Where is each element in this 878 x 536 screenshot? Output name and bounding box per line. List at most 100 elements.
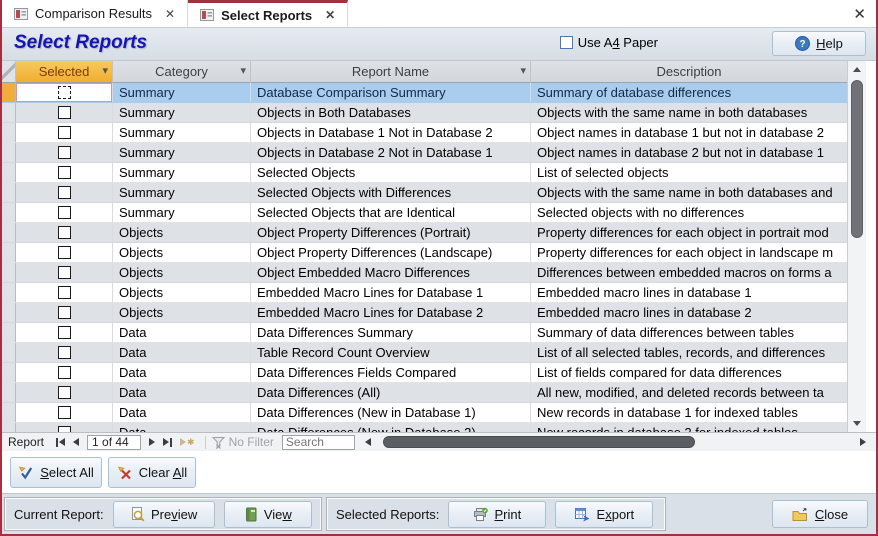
category-cell[interactable]: Data (113, 343, 251, 362)
category-cell[interactable]: Data (113, 323, 251, 342)
row-checkbox[interactable] (58, 406, 71, 419)
description-cell[interactable]: Summary of database differences (531, 83, 847, 102)
description-cell[interactable]: Property differences for each object in … (531, 243, 847, 262)
row-checkbox[interactable] (58, 226, 71, 239)
report-name-cell[interactable]: Data Differences Fields Compared (251, 363, 531, 382)
row-selector[interactable] (2, 203, 16, 222)
selected-cell[interactable] (16, 143, 113, 162)
row-checkbox[interactable] (58, 126, 71, 139)
row-selector[interactable] (2, 103, 16, 122)
tab-comparison-results[interactable]: Comparison Results ✕ (2, 0, 188, 27)
row-selector[interactable] (2, 83, 16, 102)
table-row[interactable]: Summary Selected Objects with Difference… (2, 183, 847, 203)
description-cell[interactable]: List of all selected tables, records, an… (531, 343, 847, 362)
report-name-cell[interactable]: Object Embedded Macro Differences (251, 263, 531, 282)
previous-record-button[interactable] (73, 438, 79, 446)
record-position[interactable]: 1 of 44 (87, 435, 141, 450)
vertical-scrollbar[interactable] (847, 61, 866, 432)
selected-cell[interactable] (16, 403, 113, 422)
no-filter-button[interactable]: No Filter (212, 435, 274, 449)
select-all-corner[interactable] (2, 61, 16, 83)
row-selector[interactable] (2, 163, 16, 182)
view-button[interactable]: View (224, 501, 312, 528)
category-cell[interactable]: Objects (113, 303, 251, 322)
description-cell[interactable]: Summary of data differences between tabl… (531, 323, 847, 342)
category-cell[interactable]: Summary (113, 203, 251, 222)
description-cell[interactable]: Embedded macro lines in database 1 (531, 283, 847, 302)
table-row[interactable]: Objects Embedded Macro Lines for Databas… (2, 283, 847, 303)
table-row[interactable]: Summary Objects in Database 1 Not in Dat… (2, 123, 847, 143)
table-row[interactable]: Summary Objects in Both Databases Object… (2, 103, 847, 123)
report-name-cell[interactable]: Objects in Database 2 Not in Database 1 (251, 143, 531, 162)
description-cell[interactable]: New records in database 1 for indexed ta… (531, 403, 847, 422)
new-record-button[interactable]: ✱ (180, 438, 195, 447)
table-row[interactable]: Data Data Differences Fields Compared Li… (2, 363, 847, 383)
row-selector[interactable] (2, 343, 16, 362)
table-row[interactable]: Data Data Differences Summary Summary of… (2, 323, 847, 343)
selected-cell[interactable] (16, 223, 113, 242)
row-selector[interactable] (2, 283, 16, 302)
table-row[interactable]: Objects Object Property Differences (Por… (2, 223, 847, 243)
selected-cell[interactable] (16, 243, 113, 262)
category-cell[interactable]: Data (113, 363, 251, 382)
row-selector[interactable] (2, 243, 16, 262)
column-header-description[interactable]: Description (531, 61, 847, 83)
selected-cell[interactable] (16, 343, 113, 362)
selected-cell[interactable] (16, 183, 113, 202)
row-selector[interactable] (2, 223, 16, 242)
description-cell[interactable]: Objects with the same name in both datab… (531, 103, 847, 122)
category-cell[interactable]: Objects (113, 223, 251, 242)
category-cell[interactable]: Summary (113, 183, 251, 202)
description-cell[interactable]: New records in database 2 for indexed ta… (531, 423, 847, 432)
report-name-cell[interactable]: Data Differences (All) (251, 383, 531, 402)
horizontal-scrollbar-thumb[interactable] (383, 436, 695, 448)
table-row[interactable]: Objects Embedded Macro Lines for Databas… (2, 303, 847, 323)
category-cell[interactable]: Objects (113, 283, 251, 302)
row-selector[interactable] (2, 403, 16, 422)
selected-cell[interactable] (16, 123, 113, 142)
row-selector[interactable] (2, 423, 16, 432)
table-row[interactable]: Summary Selected Objects that are Identi… (2, 203, 847, 223)
description-cell[interactable]: List of fields compared for data differe… (531, 363, 847, 382)
row-selector[interactable] (2, 263, 16, 282)
report-name-cell[interactable]: Database Comparison Summary (251, 83, 531, 102)
row-selector[interactable] (2, 143, 16, 162)
search-input[interactable] (282, 435, 355, 450)
row-checkbox[interactable] (58, 386, 71, 399)
category-cell[interactable]: Data (113, 383, 251, 402)
use-a4-paper-checkbox[interactable] (560, 36, 573, 49)
column-header-category[interactable]: Category▾ (113, 61, 251, 83)
description-cell[interactable]: Embedded macro lines in database 2 (531, 303, 847, 322)
category-cell[interactable]: Summary (113, 163, 251, 182)
help-button[interactable]: ? Help (772, 31, 866, 56)
tab-select-reports[interactable]: Select Reports ✕ (188, 0, 348, 27)
column-header-report-name[interactable]: Report Name▾ (251, 61, 531, 83)
scroll-left-icon[interactable] (365, 438, 371, 446)
table-row[interactable]: Data Data Differences (New in Database 2… (2, 423, 847, 432)
row-selector[interactable] (2, 383, 16, 402)
report-name-cell[interactable]: Object Property Differences (Portrait) (251, 223, 531, 242)
row-selector[interactable] (2, 183, 16, 202)
report-name-cell[interactable]: Table Record Count Overview (251, 343, 531, 362)
row-checkbox[interactable] (58, 186, 71, 199)
vertical-scrollbar-thumb[interactable] (851, 80, 863, 238)
selected-cell[interactable] (16, 83, 113, 102)
selected-cell[interactable] (16, 383, 113, 402)
category-cell[interactable]: Data (113, 403, 251, 422)
row-checkbox[interactable] (58, 166, 71, 179)
category-cell[interactable]: Objects (113, 263, 251, 282)
use-a4-paper-option[interactable]: Use A4 Paper (560, 35, 658, 50)
table-row[interactable]: Data Table Record Count Overview List of… (2, 343, 847, 363)
description-cell[interactable]: Object names in database 2 but not in da… (531, 143, 847, 162)
row-checkbox[interactable] (58, 366, 71, 379)
scroll-right-icon[interactable] (860, 438, 866, 446)
row-checkbox[interactable] (58, 346, 71, 359)
window-close-icon[interactable]: ✕ (853, 5, 866, 23)
last-record-button[interactable] (163, 438, 172, 447)
row-checkbox[interactable] (58, 286, 71, 299)
report-name-cell[interactable]: Data Differences (New in Database 1) (251, 403, 531, 422)
table-row[interactable]: Summary Selected Objects List of selecte… (2, 163, 847, 183)
table-row[interactable]: Summary Objects in Database 2 Not in Dat… (2, 143, 847, 163)
chevron-down-icon[interactable]: ▾ (520, 61, 526, 82)
selected-cell[interactable] (16, 103, 113, 122)
